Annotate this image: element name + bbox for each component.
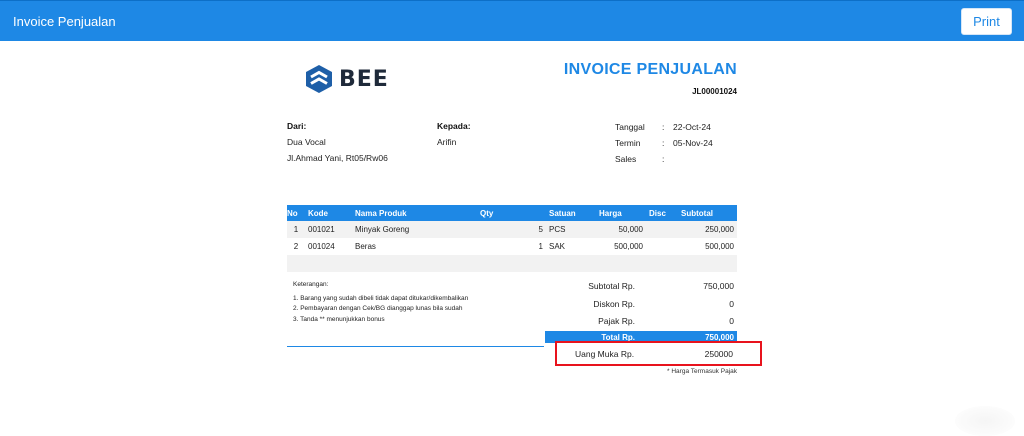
- cell-kode: 001021: [305, 221, 352, 238]
- from-label: Dari:: [287, 121, 307, 131]
- note-line: 1. Barang yang sudah dibeli tidak dapat …: [293, 294, 469, 302]
- table-row-empty: [287, 255, 737, 272]
- meta-colon: :: [662, 138, 665, 148]
- col-header-qty: Qty: [477, 205, 546, 221]
- meta-value: 22-Oct-24: [673, 122, 711, 132]
- col-header-harga: Harga: [596, 205, 646, 221]
- highlight-box: [555, 341, 762, 366]
- logo-text: BEE: [339, 66, 389, 92]
- bee-hexagon-icon: [306, 65, 332, 93]
- to-name: Arifin: [437, 137, 457, 147]
- meta-key: Tanggal: [615, 122, 645, 132]
- table-row: 1 001021 Minyak Goreng 5 PCS 50,000 250,…: [287, 221, 737, 238]
- company-logo: BEE: [305, 64, 395, 94]
- col-header-kode: Kode: [305, 205, 352, 221]
- cell-disc: [646, 238, 678, 255]
- summary-value: 0: [729, 316, 734, 326]
- col-header-no: No: [287, 205, 305, 221]
- cell-harga: 50,000: [596, 221, 646, 238]
- page-title: Invoice Penjualan: [13, 14, 116, 29]
- table-header-row: No Kode Nama Produk Qty Satuan Harga Dis…: [287, 205, 737, 221]
- cell-disc: [646, 221, 678, 238]
- to-label: Kepada:: [437, 121, 471, 131]
- meta-colon: :: [662, 154, 665, 164]
- notes-heading: Keterangan:: [293, 281, 329, 288]
- separator-line: [287, 346, 544, 347]
- meta-termin: Termin : 05-Nov-24: [615, 138, 745, 150]
- cell-qty: 5: [477, 221, 546, 238]
- meta-key: Termin: [615, 138, 641, 148]
- meta-colon: :: [662, 122, 665, 132]
- meta-tanggal: Tanggal : 22-Oct-24: [615, 122, 745, 134]
- corner-shadow: [955, 406, 1015, 436]
- summary-label: Diskon Rp.: [593, 299, 635, 309]
- meta-value: 05-Nov-24: [673, 138, 713, 148]
- cell-subtotal: 500,000: [678, 238, 737, 255]
- cell-no: 1: [287, 221, 305, 238]
- table-row: 2 001024 Beras 1 SAK 500,000 500,000: [287, 238, 737, 255]
- top-bar: Invoice Penjualan Print: [0, 0, 1024, 41]
- summary-value: 750,000: [703, 281, 734, 291]
- cell-harga: 500,000: [596, 238, 646, 255]
- print-button[interactable]: Print: [961, 8, 1012, 35]
- tax-note: * Harga Termasuk Pajak: [667, 368, 737, 375]
- from-address: Jl.Ahmad Yani, Rt05/Rw06: [287, 153, 388, 163]
- items-table: No Kode Nama Produk Qty Satuan Harga Dis…: [287, 205, 737, 272]
- cell-nama: Minyak Goreng: [352, 221, 477, 238]
- notes-block: Keterangan: 1. Barang yang sudah dibeli …: [293, 280, 523, 325]
- invoice-document: BEE INVOICE PENJUALAN JL00001024 Dari: D…: [0, 41, 1024, 436]
- meta-sales: Sales :: [615, 154, 745, 166]
- summary-label: Pajak Rp.: [598, 316, 635, 326]
- cell-subtotal: 250,000: [678, 221, 737, 238]
- cell-satuan: SAK: [546, 238, 596, 255]
- cell-satuan: PCS: [546, 221, 596, 238]
- invoice-number: JL00001024: [692, 87, 737, 96]
- summary-label: Subtotal Rp.: [588, 281, 635, 291]
- cell-kode: 001024: [305, 238, 352, 255]
- note-line: 2. Pembayaran dengan Cek/BG dianggap lun…: [293, 305, 463, 312]
- from-name: Dua Vocal: [287, 137, 326, 147]
- note-line: 3. Tanda ** menunjukkan bonus: [293, 315, 385, 323]
- cell-no: 2: [287, 238, 305, 255]
- invoice-title: INVOICE PENJUALAN: [563, 61, 737, 78]
- summary-pajak: Pajak Rp. 0: [545, 316, 737, 330]
- col-header-subtotal: Subtotal: [678, 205, 737, 221]
- col-header-disc: Disc: [646, 205, 678, 221]
- col-header-nama: Nama Produk: [352, 205, 477, 221]
- meta-key: Sales: [615, 154, 637, 164]
- col-header-satuan: Satuan: [546, 205, 596, 221]
- cell-qty: 1: [477, 238, 546, 255]
- cell-nama: Beras: [352, 238, 477, 255]
- summary-subtotal: Subtotal Rp. 750,000: [545, 281, 737, 295]
- summary-value: 0: [729, 299, 734, 309]
- summary-diskon: Diskon Rp. 0: [545, 299, 737, 313]
